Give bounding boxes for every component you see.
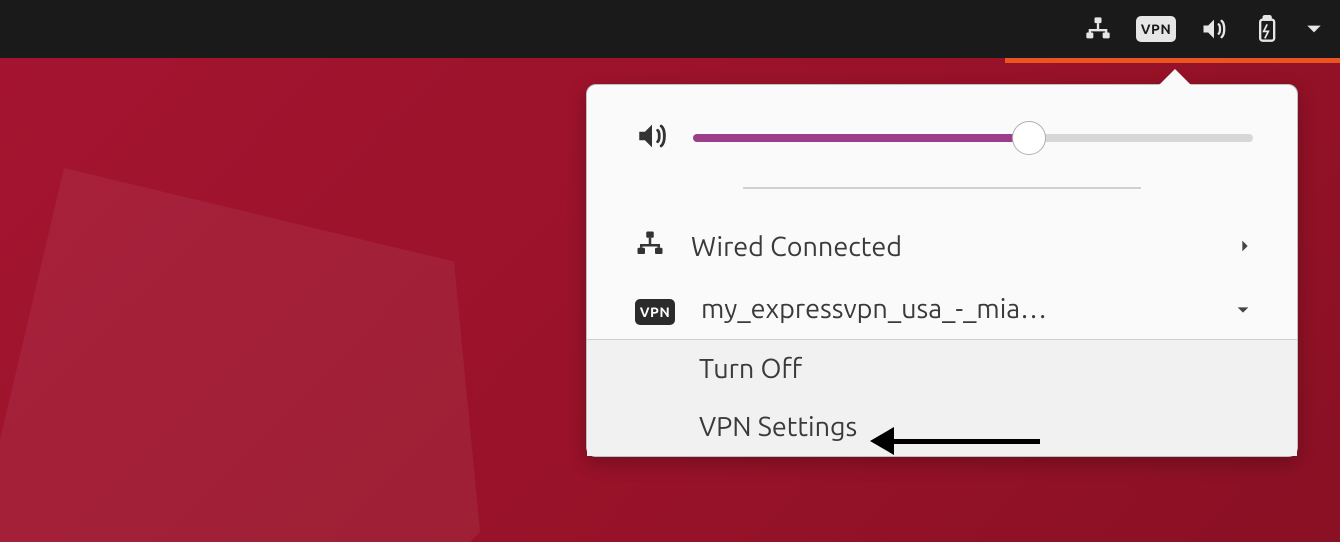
dropdown-icon[interactable] xyxy=(1304,19,1324,39)
vpn-icon[interactable]: VPN xyxy=(1136,16,1176,42)
wired-network-item[interactable]: Wired Connected xyxy=(587,215,1297,279)
vpn-submenu: Turn Off VPN Settings xyxy=(587,339,1297,456)
top-bar: VPN xyxy=(0,0,1340,58)
network-icon[interactable] xyxy=(1084,15,1112,43)
chevron-right-icon xyxy=(1237,232,1253,262)
volume-icon xyxy=(635,119,669,157)
system-menu-popup: Wired Connected VPN my_expressvpn_usa_-_… xyxy=(586,84,1298,457)
chevron-down-icon xyxy=(1233,294,1253,324)
wallpaper-shape xyxy=(0,168,480,542)
volume-slider-fill xyxy=(693,134,1029,142)
network-icon xyxy=(635,229,665,265)
system-tray[interactable]: VPN xyxy=(1084,15,1324,43)
active-indicator xyxy=(1005,58,1340,63)
vpn-turn-off-item[interactable]: Turn Off xyxy=(587,340,1297,398)
vpn-connection-item[interactable]: VPN my_expressvpn_usa_-_mia… xyxy=(587,279,1297,339)
battery-icon[interactable] xyxy=(1252,15,1280,43)
vpn-connection-label: my_expressvpn_usa_-_mia… xyxy=(701,294,1207,324)
volume-slider[interactable] xyxy=(693,134,1253,142)
wired-network-label: Wired Connected xyxy=(691,232,1211,262)
volume-icon[interactable] xyxy=(1200,15,1228,43)
volume-row xyxy=(587,119,1297,187)
vpn-turn-off-label: Turn Off xyxy=(699,354,1253,384)
divider xyxy=(743,187,1141,189)
vpn-icon: VPN xyxy=(635,293,675,325)
vpn-settings-item[interactable]: VPN Settings xyxy=(587,398,1297,456)
vpn-settings-label: VPN Settings xyxy=(699,412,1253,442)
volume-slider-thumb[interactable] xyxy=(1012,121,1046,155)
